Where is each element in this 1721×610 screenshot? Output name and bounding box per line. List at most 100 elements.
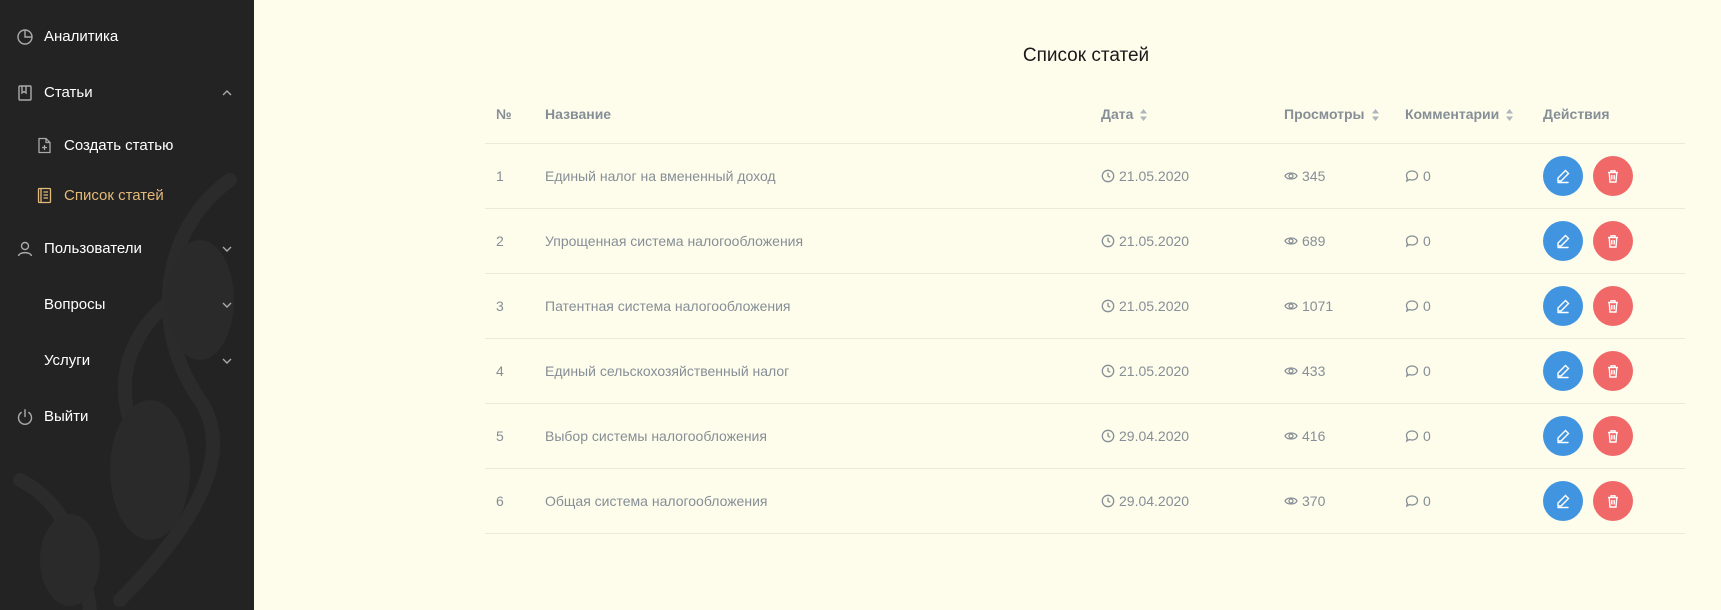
sidebar-item-label: Услуги: [44, 352, 91, 369]
delete-button[interactable]: [1593, 286, 1633, 326]
sidebar-item-logout[interactable]: Выйти: [0, 397, 254, 437]
chevron-up-icon: [222, 90, 232, 96]
comment-icon: [1405, 495, 1419, 508]
sidebar-item-questions[interactable]: Вопросы: [0, 285, 254, 325]
edit-button[interactable]: [1543, 481, 1583, 521]
article-views-value: 433: [1302, 363, 1326, 379]
clock-icon: [1101, 299, 1115, 313]
eye-icon: [1284, 367, 1298, 375]
trash-icon: [1608, 235, 1618, 248]
column-header-title: Название: [545, 106, 611, 122]
edit-button[interactable]: [1543, 351, 1583, 391]
article-comments: 0: [1405, 493, 1431, 509]
article-views: 433: [1284, 363, 1325, 379]
pencil-icon: [1557, 169, 1570, 184]
article-title[interactable]: Выбор системы налогообложения: [545, 428, 767, 444]
sidebar-subitem-label: Создать статью: [64, 137, 174, 154]
row-number: 4: [496, 363, 504, 379]
trash-icon: [1608, 300, 1618, 313]
column-header-label: Название: [545, 106, 612, 122]
article-date: 29.04.2020: [1101, 493, 1189, 509]
article-title[interactable]: Упрощенная система налогообложения: [545, 233, 803, 249]
article-date-value: 21.05.2020: [1119, 363, 1190, 379]
article-comments-value: 0: [1423, 298, 1431, 314]
delete-button[interactable]: [1593, 221, 1633, 261]
comment-icon: [1405, 430, 1419, 443]
sort-icon[interactable]: [1371, 108, 1380, 122]
row-number: 2: [496, 233, 504, 249]
sort-icon[interactable]: [1139, 108, 1148, 122]
column-header-actions: Действия: [1543, 106, 1610, 122]
comment-icon: [1405, 235, 1419, 248]
article-date-value: 29.04.2020: [1119, 428, 1190, 444]
table-row: 1 Единый налог на вмененный доход 21.05.…: [485, 144, 1685, 209]
article-views: 1071: [1284, 298, 1333, 314]
clock-icon: [1101, 234, 1115, 248]
pencil-icon: [1557, 429, 1570, 444]
column-header-label: Комментарии: [1405, 106, 1500, 122]
eye-icon: [1284, 237, 1298, 245]
clock-icon: [1101, 429, 1115, 443]
clock-icon: [1101, 494, 1115, 508]
article-date-value: 21.05.2020: [1119, 168, 1190, 184]
article-views-value: 416: [1302, 428, 1326, 444]
article-date: 21.05.2020: [1101, 233, 1189, 249]
edit-button[interactable]: [1543, 221, 1583, 261]
delete-button[interactable]: [1593, 416, 1633, 456]
article-title[interactable]: Единый налог на вмененный доход: [545, 168, 776, 184]
sidebar-item-articles[interactable]: Статьи: [0, 73, 254, 113]
list-document-icon: [37, 187, 52, 204]
sort-icon[interactable]: [1505, 108, 1514, 122]
row-number: 6: [496, 493, 504, 509]
pencil-icon: [1557, 299, 1570, 314]
article-title[interactable]: Единый сельскохозяйственный налог: [545, 363, 789, 379]
sidebar-item-label: Пользователи: [44, 240, 142, 257]
book-icon: [18, 85, 32, 101]
article-date: 21.05.2020: [1101, 298, 1189, 314]
comment-icon: [1405, 300, 1419, 313]
sidebar-subitem-article-list[interactable]: Список статей: [0, 178, 254, 214]
chevron-down-icon: [222, 358, 232, 364]
column-header-label: Действия: [1543, 106, 1610, 122]
power-icon: [17, 409, 33, 425]
page-title: Список статей: [1022, 45, 1150, 66]
article-date: 29.04.2020: [1101, 428, 1189, 444]
column-header-views[interactable]: Просмотры: [1284, 106, 1380, 122]
delete-button[interactable]: [1593, 481, 1633, 521]
article-views: 370: [1284, 493, 1325, 509]
article-comments-value: 0: [1423, 233, 1431, 249]
article-views-value: 1071: [1302, 298, 1334, 314]
pie-chart-icon: [17, 29, 33, 45]
edit-button[interactable]: [1543, 416, 1583, 456]
article-views-value: 370: [1302, 493, 1326, 509]
article-title[interactable]: Общая система налогообложения: [545, 493, 767, 509]
sidebar-item-users[interactable]: Пользователи: [0, 229, 254, 269]
eye-icon: [1284, 302, 1298, 310]
trash-icon: [1608, 170, 1618, 183]
sidebar-item-label: Выйти: [44, 408, 89, 425]
article-views: 416: [1284, 428, 1325, 444]
article-comments: 0: [1405, 233, 1431, 249]
column-header-number: №: [496, 106, 512, 122]
article-comments-value: 0: [1423, 493, 1431, 509]
sidebar-subitem-create-article[interactable]: Создать статью: [0, 128, 254, 164]
article-title[interactable]: Патентная система налогообложения: [545, 298, 791, 314]
user-icon: [17, 241, 33, 257]
sidebar-subitem-label: Список статей: [64, 187, 164, 204]
chevron-down-icon: [222, 246, 232, 252]
article-date: 21.05.2020: [1101, 168, 1189, 184]
sidebar-item-services[interactable]: Услуги: [0, 341, 254, 381]
column-header-label: №: [496, 106, 512, 122]
sidebar-item-label: Аналитика: [44, 28, 119, 45]
table-row: 3 Патентная система налогообложения 21.0…: [485, 274, 1685, 339]
edit-button[interactable]: [1543, 156, 1583, 196]
edit-button[interactable]: [1543, 286, 1583, 326]
column-header-date[interactable]: Дата: [1101, 106, 1148, 122]
row-number: 3: [496, 298, 504, 314]
article-comments: 0: [1405, 298, 1431, 314]
column-header-comments[interactable]: Комментарии: [1405, 106, 1514, 122]
delete-button[interactable]: [1593, 156, 1633, 196]
sidebar-item-analytics[interactable]: Аналитика: [0, 17, 254, 57]
article-views: 345: [1284, 168, 1325, 184]
delete-button[interactable]: [1593, 351, 1633, 391]
